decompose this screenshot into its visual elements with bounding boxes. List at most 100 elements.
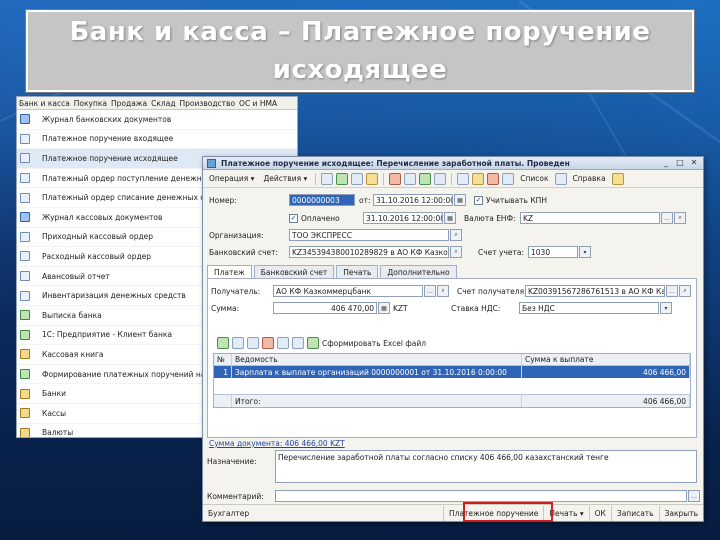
sum-field[interactable]: 406 470,00 bbox=[273, 302, 377, 314]
document-icon bbox=[20, 251, 30, 262]
close-button[interactable]: Закрыть bbox=[658, 505, 703, 521]
process-icon bbox=[20, 369, 30, 380]
refresh-icon[interactable] bbox=[502, 172, 515, 185]
movements-icon[interactable] bbox=[419, 172, 432, 185]
tab-1[interactable]: Банковский счет bbox=[253, 265, 335, 278]
operation-menu-button[interactable]: Операция ▾ bbox=[206, 173, 257, 184]
responsible-label: Бухгалтер bbox=[208, 508, 250, 518]
actions-menu-button[interactable]: Действия ▾ bbox=[260, 173, 310, 184]
bank-account-field[interactable]: KZ345394380010289829 в АО КФ Казкоммерцб… bbox=[289, 246, 449, 258]
calendar-icon[interactable]: ▦ bbox=[454, 194, 466, 206]
comment-field[interactable] bbox=[275, 490, 687, 502]
document-total-link[interactable]: Сумма документа: 406 466,00 KZT bbox=[209, 439, 345, 448]
save-icon[interactable] bbox=[321, 172, 334, 185]
select-button[interactable]: … bbox=[661, 212, 673, 224]
select-button[interactable]: … bbox=[688, 490, 700, 502]
copy-icon[interactable] bbox=[232, 337, 244, 349]
search-icon[interactable]: ⌕ bbox=[437, 285, 449, 297]
cancel-icon[interactable] bbox=[487, 172, 500, 185]
nav-item-label: 1С: Предприятие - Клиент банка bbox=[42, 330, 173, 340]
paid-date-field[interactable]: 31.10.2016 12:00:00 bbox=[363, 212, 443, 224]
kpn-checkbox[interactable]: ✓ bbox=[474, 195, 483, 205]
table-row[interactable]: 1 Зарплата к выплате организаций 0000000… bbox=[214, 366, 690, 378]
purpose-field[interactable]: Перечисление заработной платы согласно с… bbox=[275, 450, 697, 483]
structure-icon[interactable] bbox=[404, 172, 417, 185]
organization-field[interactable]: ТОО ЭКСПРЕСС bbox=[289, 229, 449, 241]
nav-item-label: Авансовый отчет bbox=[42, 271, 110, 281]
paid-checkbox[interactable]: ✓ bbox=[289, 213, 298, 223]
calculator-icon[interactable]: ▦ bbox=[378, 302, 390, 314]
sum-currency: KZT bbox=[393, 303, 408, 313]
help-icon[interactable] bbox=[611, 172, 624, 185]
copy-icon[interactable] bbox=[351, 172, 364, 185]
menu-item[interactable]: Покупка bbox=[72, 99, 109, 108]
column-header-number[interactable]: № bbox=[214, 354, 232, 365]
select-button[interactable]: … bbox=[424, 285, 436, 297]
tab-0[interactable]: Платеж bbox=[207, 265, 252, 278]
help-button[interactable]: Справка bbox=[570, 173, 609, 184]
excel-icon[interactable] bbox=[307, 337, 319, 349]
number-field[interactable]: 0000000003 bbox=[289, 194, 355, 206]
recipient-field[interactable]: АО КФ Казкоммерцбанк bbox=[273, 285, 423, 297]
account-field[interactable]: 1030 bbox=[528, 246, 578, 258]
nav-item-label: Выписка банка bbox=[42, 310, 102, 320]
export-excel-button[interactable]: Сформировать Excel файл bbox=[319, 338, 429, 349]
nav-item[interactable]: Платежное поручение входящее bbox=[17, 130, 297, 150]
add-icon[interactable] bbox=[217, 337, 229, 349]
minimize-icon[interactable]: _ bbox=[661, 158, 671, 167]
tab-2[interactable]: Печать bbox=[336, 265, 379, 278]
nav-item-label: Приходный кассовый ордер bbox=[42, 232, 154, 242]
arrow-down-icon[interactable] bbox=[292, 337, 304, 349]
report-icon[interactable] bbox=[434, 172, 447, 185]
highlight-frame bbox=[463, 502, 553, 522]
search-icon[interactable]: ⌕ bbox=[450, 229, 462, 241]
document-toolbar: Операция ▾ Действия ▾ Список Справка bbox=[203, 170, 703, 188]
toolbar-separator bbox=[315, 172, 317, 185]
date-field[interactable]: 31.10.2016 12:00:00 bbox=[373, 194, 453, 206]
organization-row: Организация: ТОО ЭКСПРЕСС ⌕ bbox=[209, 229, 462, 241]
menu-item[interactable]: Банк и касса bbox=[17, 99, 72, 108]
filter-icon[interactable] bbox=[554, 172, 567, 185]
menu-item[interactable]: Производство bbox=[178, 99, 238, 108]
tab-3[interactable]: Дополнительно bbox=[380, 265, 457, 278]
bank-icon bbox=[20, 329, 30, 340]
comment-label: Комментарий: bbox=[207, 491, 264, 501]
vat-field[interactable]: Без НДС bbox=[519, 302, 659, 314]
list-button[interactable]: Список bbox=[517, 173, 551, 184]
ok-button[interactable]: ОК bbox=[588, 505, 611, 521]
recipient-account-field[interactable]: KZ00391567286761513 в АО КФ Казкоммерцба… bbox=[525, 285, 665, 297]
nav-item[interactable]: Журнал банковских документов bbox=[17, 110, 297, 130]
bank-icon bbox=[20, 310, 30, 321]
folder-icon[interactable] bbox=[366, 172, 379, 185]
search-icon[interactable]: ⌕ bbox=[674, 212, 686, 224]
calendar-icon[interactable] bbox=[472, 172, 485, 185]
chevron-down-icon[interactable]: ▾ bbox=[579, 246, 591, 258]
select-button[interactable]: … bbox=[666, 285, 678, 297]
table-icon[interactable] bbox=[457, 172, 470, 185]
search-icon[interactable]: ⌕ bbox=[679, 285, 691, 297]
nav-item-label: Банки bbox=[42, 389, 67, 399]
menu-item[interactable]: Склад bbox=[149, 99, 177, 108]
column-header-sum[interactable]: Сумма к выплате bbox=[522, 354, 690, 365]
close-icon[interactable]: ✕ bbox=[689, 158, 699, 167]
chevron-down-icon[interactable]: ▾ bbox=[660, 302, 672, 314]
post-icon[interactable] bbox=[336, 172, 349, 185]
maximize-icon[interactable]: □ bbox=[675, 158, 685, 167]
edit-icon[interactable] bbox=[247, 337, 259, 349]
recipient-label: Получатель: bbox=[211, 286, 261, 296]
comment-row: Комментарий: … bbox=[207, 490, 700, 502]
document-icon bbox=[20, 192, 30, 203]
sum-row: Сумма: 406 470,00 ▦ KZT Ставка НДС: Без … bbox=[211, 302, 672, 314]
menu-item[interactable]: Продажа bbox=[109, 99, 149, 108]
currency-field[interactable]: KZ bbox=[520, 212, 660, 224]
unpost-icon[interactable] bbox=[389, 172, 402, 185]
column-header-statement[interactable]: Ведомость bbox=[232, 354, 522, 365]
calendar-icon[interactable]: ▦ bbox=[444, 212, 456, 224]
arrow-up-icon[interactable] bbox=[277, 337, 289, 349]
search-icon[interactable]: ⌕ bbox=[450, 246, 462, 258]
window-titlebar: Платежное поручение исходящее: Перечисле… bbox=[203, 157, 703, 170]
table-empty-area bbox=[214, 378, 690, 394]
save-button[interactable]: Записать bbox=[610, 505, 659, 521]
delete-icon[interactable] bbox=[262, 337, 274, 349]
menu-item[interactable]: ОС и НМА bbox=[237, 99, 279, 108]
